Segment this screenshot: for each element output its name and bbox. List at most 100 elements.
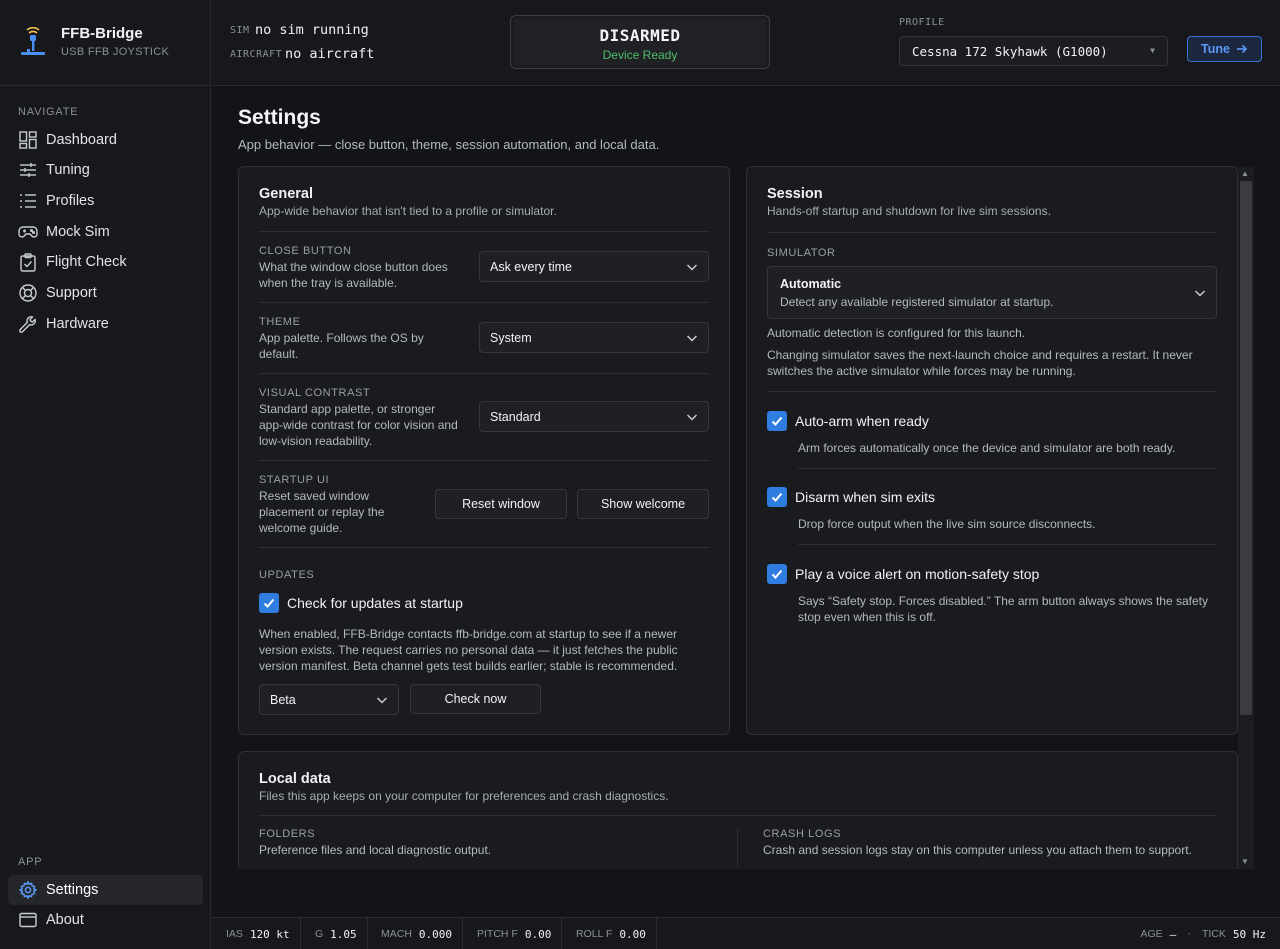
update-channel-select[interactable]: Beta <box>259 684 399 715</box>
sim-label: SIM <box>230 25 250 36</box>
clipboard-icon <box>18 252 38 272</box>
page-subtitle: App behavior — close button, theme, sess… <box>238 137 660 152</box>
theme-select[interactable]: System <box>479 322 709 353</box>
chevron-down-icon <box>686 335 698 342</box>
divider <box>259 231 709 232</box>
close-button-desc: What the window close button does when t… <box>259 260 448 290</box>
sidebar-item-mock-sim[interactable]: Mock Sim <box>8 217 203 247</box>
stat-key: MACH <box>381 928 412 940</box>
sidebar-item-label: Settings <box>46 882 99 898</box>
arm-status-title: DISARMED <box>599 26 681 45</box>
simulator-note-2: Changing simulator saves the next-launch… <box>767 348 1193 378</box>
simulator-label: SIMULATOR <box>767 247 836 259</box>
profile-value: Cessna 172 Skyhawk (G1000) <box>912 43 1108 59</box>
sidebar-item-profiles[interactable]: Profiles <box>8 186 203 216</box>
check-updates-checkbox[interactable] <box>259 593 279 613</box>
contrast-value: Standard <box>490 409 541 424</box>
sidebar: FFB-Bridge USB FFB JOYSTICK NAVIGATE Das… <box>0 0 211 949</box>
profile-select[interactable]: Cessna 172 Skyhawk (G1000) ▼ <box>899 36 1168 66</box>
scroll-thumb[interactable] <box>1240 181 1252 715</box>
sidebar-item-about[interactable]: About <box>8 905 203 935</box>
sidebar-item-dashboard[interactable]: Dashboard <box>8 125 203 155</box>
checkmark-icon <box>263 598 275 608</box>
sidebar-item-label: Hardware <box>46 316 109 332</box>
scrollbar[interactable]: ▲ ▼ <box>1238 167 1254 869</box>
contrast-select[interactable]: Standard <box>479 401 709 432</box>
dashboard-icon <box>18 130 38 150</box>
session-subtitle: Hands-off startup and shutdown for live … <box>767 204 1051 218</box>
stat-key: PITCH F <box>477 928 518 940</box>
lifebuoy-icon <box>18 283 38 303</box>
app-name: FFB-Bridge <box>61 25 143 42</box>
list-icon <box>18 191 38 211</box>
reset-window-button[interactable]: Reset window <box>435 489 567 519</box>
tune-label: Tune <box>1201 42 1230 56</box>
stat-roll: ROLL F 0.00 <box>566 918 657 949</box>
scroll-down-icon[interactable]: ▼ <box>1241 857 1249 866</box>
divider <box>798 468 1217 469</box>
stat-value: 1.05 <box>330 927 357 941</box>
check-now-button[interactable]: Check now <box>410 684 541 714</box>
theme-label: THEME <box>259 316 301 328</box>
aircraft-label: AIRCRAFT <box>230 49 283 60</box>
tune-button[interactable]: Tune <box>1187 36 1262 62</box>
close-button-select[interactable]: Ask every time <box>479 251 709 282</box>
nav-app-heading: APP <box>18 856 43 868</box>
voice-alert-help: Says “Safety stop. Forces disabled.” The… <box>798 594 1208 624</box>
folders-label: FOLDERS <box>259 828 316 840</box>
theme-desc: App palette. Follows the OS by default. <box>259 331 424 361</box>
gear-icon <box>18 880 38 900</box>
gamepad-icon <box>18 222 38 242</box>
sidebar-item-flight-check[interactable]: Flight Check <box>8 247 203 277</box>
checkmark-icon <box>771 569 783 579</box>
divider <box>767 391 1217 392</box>
main-content: Settings App behavior — close button, th… <box>212 87 1280 917</box>
voice-alert-checkbox[interactable] <box>767 564 787 584</box>
stat-pitch: PITCH F 0.00 <box>467 918 563 949</box>
sidebar-item-label: Support <box>46 285 97 301</box>
show-welcome-button[interactable]: Show welcome <box>577 489 709 519</box>
sidebar-item-settings[interactable]: Settings <box>8 875 203 905</box>
disarm-label[interactable]: Disarm when sim exits <box>795 489 935 505</box>
voice-alert-label[interactable]: Play a voice alert on motion-safety stop <box>795 566 1039 582</box>
top-bar: SIM no sim running AIRCRAFT no aircraft … <box>212 0 1280 86</box>
arm-status[interactable]: DISARMED Device Ready <box>510 15 770 69</box>
auto-arm-label[interactable]: Auto-arm when ready <box>795 413 929 429</box>
updates-label: UPDATES <box>259 569 315 581</box>
updates-help: When enabled, FFB-Bridge contacts ffb-br… <box>259 627 678 673</box>
checkmark-icon <box>771 492 783 502</box>
session-card: Session Hands-off startup and shutdown f… <box>746 166 1238 735</box>
arm-status-sub: Device Ready <box>602 48 678 62</box>
general-title: General <box>259 186 313 202</box>
disarm-checkbox[interactable] <box>767 487 787 507</box>
close-button-label: CLOSE BUTTON <box>259 245 352 257</box>
sidebar-item-label: Profiles <box>46 193 95 209</box>
simulator-select[interactable]: Automatic Detect any available registere… <box>767 266 1217 319</box>
page-title: Settings <box>238 106 321 129</box>
session-title: Session <box>767 186 823 202</box>
contrast-label: VISUAL CONTRAST <box>259 387 371 399</box>
theme-value: System <box>490 330 532 345</box>
sidebar-item-support[interactable]: Support <box>8 278 203 308</box>
startup-desc: Reset saved window placement or replay t… <box>259 489 385 535</box>
startup-label: STARTUP UI <box>259 474 330 486</box>
general-card: General App-wide behavior that isn't tie… <box>238 166 730 735</box>
simulator-note-1: Automatic detection is configured for th… <box>767 326 1026 340</box>
stat-separator: · <box>1187 928 1191 940</box>
simulator-value: Automatic <box>780 277 842 291</box>
chevron-down-icon <box>376 697 388 704</box>
scroll-up-icon[interactable]: ▲ <box>1241 169 1249 178</box>
disarm-help: Drop force output when the live sim sour… <box>798 517 1096 531</box>
chevron-down-icon <box>686 414 698 421</box>
sidebar-item-tuning[interactable]: Tuning <box>8 155 203 185</box>
check-updates-label[interactable]: Check for updates at startup <box>287 595 463 611</box>
general-subtitle: App-wide behavior that isn't tied to a p… <box>259 204 557 218</box>
sim-value: no sim running <box>255 22 369 38</box>
close-button-value: Ask every time <box>490 259 572 274</box>
sidebar-item-hardware[interactable]: Hardware <box>8 309 203 339</box>
auto-arm-help: Arm forces automatically once the device… <box>798 441 1176 455</box>
divider <box>259 460 709 461</box>
scroll-mask <box>212 869 1280 917</box>
auto-arm-checkbox[interactable] <box>767 411 787 431</box>
checkmark-icon <box>771 416 783 426</box>
